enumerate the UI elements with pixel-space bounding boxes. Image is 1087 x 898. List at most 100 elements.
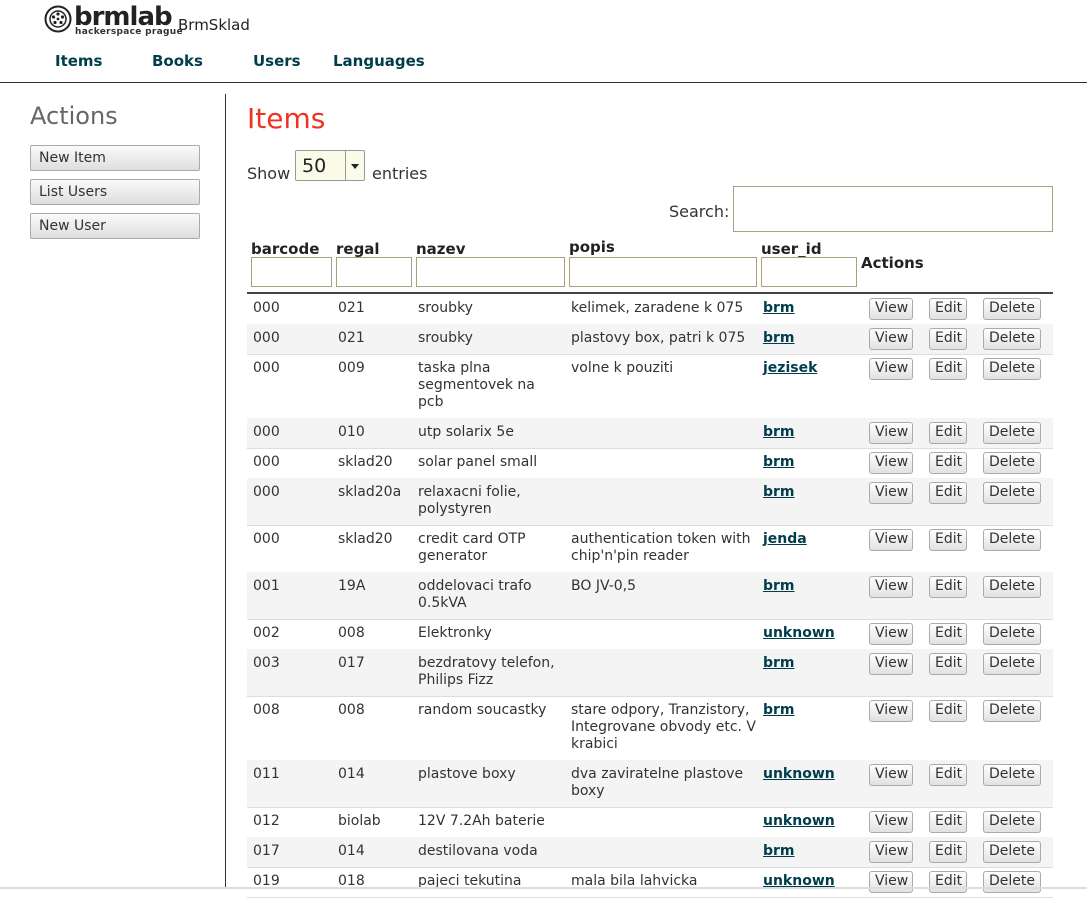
view-button[interactable]: View bbox=[869, 576, 913, 598]
view-button[interactable]: View bbox=[869, 841, 913, 863]
edit-button[interactable]: Edit bbox=[929, 452, 967, 474]
cell-barcode: 011 bbox=[253, 766, 280, 782]
col-header-actions: Actions bbox=[861, 254, 924, 272]
delete-button[interactable]: Delete bbox=[983, 298, 1041, 320]
cell-barcode: 000 bbox=[253, 360, 280, 376]
delete-button[interactable]: Delete bbox=[983, 482, 1041, 504]
cell-popis: kelimek, zaradene k 075 bbox=[571, 300, 744, 316]
delete-button[interactable]: Delete bbox=[983, 871, 1041, 893]
edit-button[interactable]: Edit bbox=[929, 871, 967, 893]
cell-user-link[interactable]: jezisek bbox=[763, 360, 817, 377]
view-button[interactable]: View bbox=[869, 298, 913, 320]
table-row: 002 008 Elektronky unknown View Edit Delete bbox=[247, 619, 1053, 650]
edit-button[interactable]: Edit bbox=[929, 841, 967, 863]
edit-button[interactable]: Edit bbox=[929, 298, 967, 320]
view-button[interactable]: View bbox=[869, 653, 913, 675]
nav-languages[interactable]: Languages bbox=[333, 52, 425, 70]
cell-nazev: oddelovaci trafo 0.5kVA bbox=[418, 578, 532, 611]
new-user-button[interactable]: New User bbox=[30, 213, 200, 239]
edit-button[interactable]: Edit bbox=[929, 653, 967, 675]
cell-regal: 010 bbox=[338, 424, 365, 440]
edit-button[interactable]: Edit bbox=[929, 328, 967, 350]
view-button[interactable]: View bbox=[869, 764, 913, 786]
filter-regal-input[interactable] bbox=[336, 257, 412, 287]
cell-nazev: random soucastky bbox=[418, 702, 547, 718]
view-button[interactable]: View bbox=[869, 623, 913, 645]
edit-button[interactable]: Edit bbox=[929, 576, 967, 598]
view-button[interactable]: View bbox=[869, 328, 913, 350]
edit-button[interactable]: Edit bbox=[929, 358, 967, 380]
table-row: 003 017 bezdratovy telefon, Philips Fizz br… bbox=[247, 649, 1053, 697]
cell-user-link[interactable]: unknown bbox=[763, 766, 835, 783]
cell-user-link[interactable]: jenda bbox=[763, 531, 807, 548]
col-header-user-id: user_id bbox=[761, 240, 822, 258]
delete-button[interactable]: Delete bbox=[983, 328, 1041, 350]
edit-button[interactable]: Edit bbox=[929, 764, 967, 786]
cell-user-link[interactable]: brm bbox=[763, 578, 795, 595]
cell-user-link[interactable]: brm bbox=[763, 843, 795, 860]
delete-button[interactable]: Delete bbox=[983, 764, 1041, 786]
delete-button[interactable]: Delete bbox=[983, 452, 1041, 474]
filter-barcode-input[interactable] bbox=[251, 257, 332, 287]
cell-user-link[interactable]: brm bbox=[763, 300, 795, 317]
delete-button[interactable]: Delete bbox=[983, 623, 1041, 645]
view-button[interactable]: View bbox=[869, 482, 913, 504]
page-title: Items bbox=[247, 102, 326, 135]
nav-users[interactable]: Users bbox=[253, 52, 301, 70]
edit-button[interactable]: Edit bbox=[929, 422, 967, 444]
cell-barcode: 000 bbox=[253, 454, 280, 470]
edit-button[interactable]: Edit bbox=[929, 482, 967, 504]
delete-button[interactable]: Delete bbox=[983, 700, 1041, 722]
table-row: 000 021 sroubky plastovy box, patri k 075 br… bbox=[247, 324, 1053, 355]
cell-user-link[interactable]: unknown bbox=[763, 625, 835, 642]
cell-user-link[interactable]: unknown bbox=[763, 813, 835, 830]
delete-button[interactable]: Delete bbox=[983, 529, 1041, 551]
view-button[interactable]: View bbox=[869, 871, 913, 893]
brmlab-logo[interactable]: brmlab hackerspace prague bbox=[44, 2, 183, 37]
cell-user-link[interactable]: brm bbox=[763, 484, 795, 501]
delete-button[interactable]: Delete bbox=[983, 576, 1041, 598]
filter-nazev-input[interactable] bbox=[416, 257, 565, 287]
view-button[interactable]: View bbox=[869, 358, 913, 380]
sidebar-title: Actions bbox=[30, 102, 118, 130]
filter-user-id-input[interactable] bbox=[761, 257, 857, 287]
nav-items[interactable]: Items bbox=[55, 52, 102, 70]
edit-button[interactable]: Edit bbox=[929, 529, 967, 551]
view-button[interactable]: View bbox=[869, 529, 913, 551]
cell-user-link[interactable]: brm bbox=[763, 702, 795, 719]
cell-regal: sklad20 bbox=[338, 531, 393, 547]
cell-user-link[interactable]: brm bbox=[763, 454, 795, 471]
nav-books[interactable]: Books bbox=[152, 52, 203, 70]
cell-popis: plastovy box, patri k 075 bbox=[571, 330, 746, 346]
cell-barcode: 002 bbox=[253, 625, 280, 641]
cell-popis: BO JV-0,5 bbox=[571, 578, 637, 594]
list-users-button[interactable]: List Users bbox=[30, 179, 200, 205]
cell-user-link[interactable]: brm bbox=[763, 655, 795, 672]
delete-button[interactable]: Delete bbox=[983, 653, 1041, 675]
search-input[interactable] bbox=[733, 186, 1053, 232]
delete-button[interactable]: Delete bbox=[983, 422, 1041, 444]
view-button[interactable]: View bbox=[869, 811, 913, 833]
view-button[interactable]: View bbox=[869, 422, 913, 444]
edit-button[interactable]: Edit bbox=[929, 623, 967, 645]
cell-user-link[interactable]: brm bbox=[763, 330, 795, 347]
filter-popis-input[interactable] bbox=[569, 257, 757, 287]
delete-button[interactable]: Delete bbox=[983, 841, 1041, 863]
edit-button[interactable]: Edit bbox=[929, 700, 967, 722]
col-header-nazev: nazev bbox=[416, 240, 466, 258]
page-length-select[interactable]: 50 bbox=[295, 150, 365, 181]
delete-button[interactable]: Delete bbox=[983, 358, 1041, 380]
entries-label: entries bbox=[372, 164, 428, 183]
edit-button[interactable]: Edit bbox=[929, 811, 967, 833]
cell-barcode: 008 bbox=[253, 702, 280, 718]
view-button[interactable]: View bbox=[869, 700, 913, 722]
new-item-button[interactable]: New Item bbox=[30, 145, 200, 171]
table-row: 019 018 pajeci tekutina mala bila lahvicka u… bbox=[247, 867, 1053, 898]
table-row: 000 sklad20 solar panel small brm View Edit De… bbox=[247, 448, 1053, 479]
cell-user-link[interactable]: brm bbox=[763, 424, 795, 441]
cell-nazev: relaxacni folie, polystyren bbox=[418, 484, 521, 517]
header: brmlab hackerspace prague BrmSklad Items… bbox=[0, 0, 1087, 83]
delete-button[interactable]: Delete bbox=[983, 811, 1041, 833]
view-button[interactable]: View bbox=[869, 452, 913, 474]
cell-nazev: 12V 7.2Ah baterie bbox=[418, 813, 545, 829]
